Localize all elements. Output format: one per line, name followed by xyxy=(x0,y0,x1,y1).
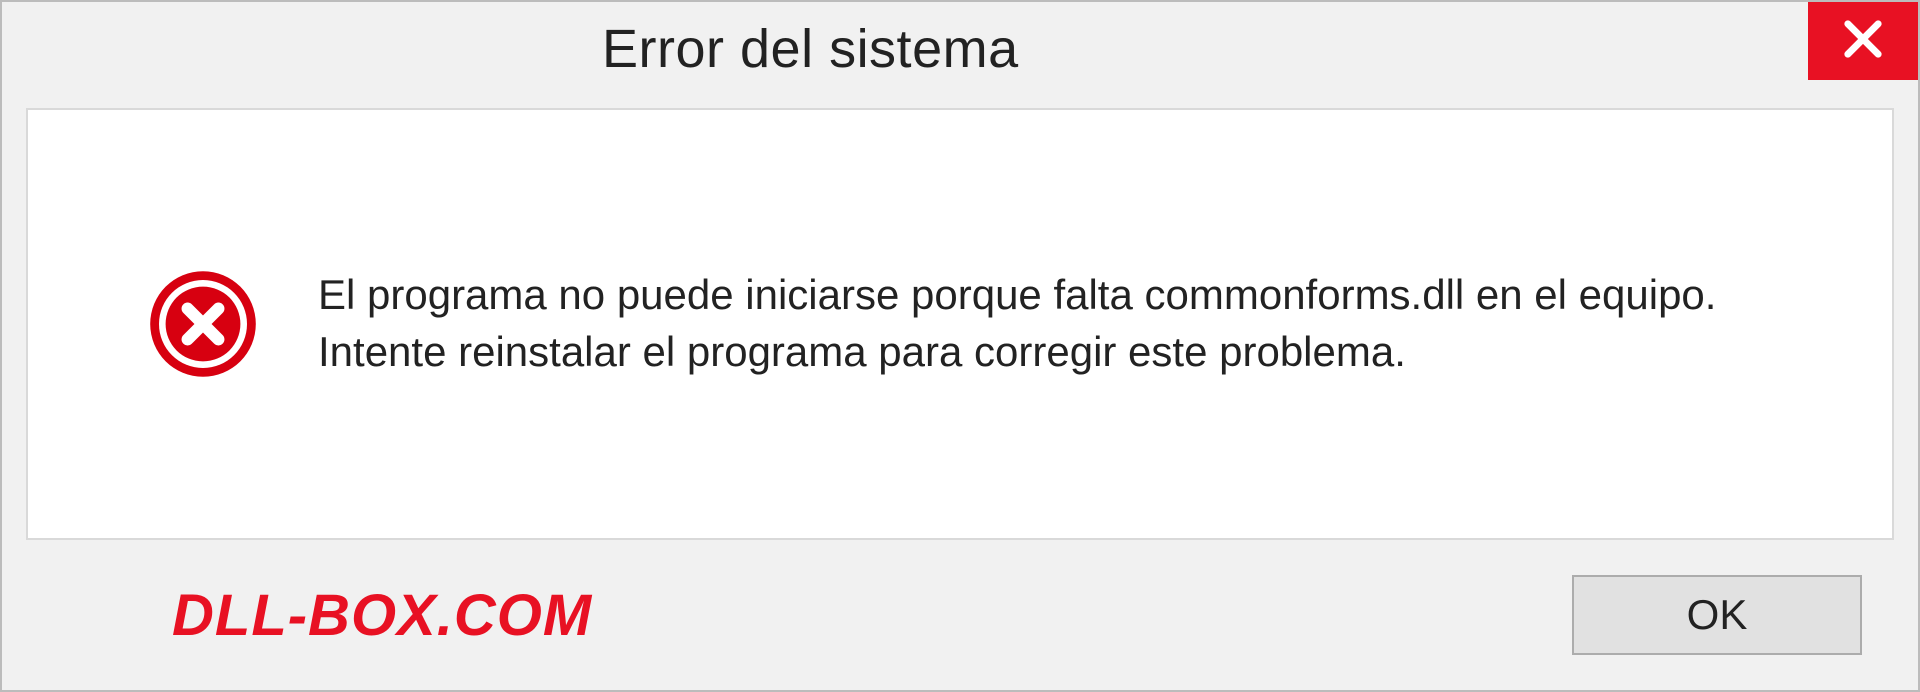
titlebar: Error del sistema xyxy=(2,2,1918,100)
dialog-title: Error del sistema xyxy=(2,2,1019,80)
dialog-footer: DLL-BOX.COM OK xyxy=(2,540,1918,690)
error-dialog: Error del sistema El programa no puede i… xyxy=(0,0,1920,692)
error-icon xyxy=(148,269,258,379)
close-button[interactable] xyxy=(1808,2,1918,80)
error-message: El programa no puede iniciarse porque fa… xyxy=(318,267,1718,380)
dialog-body: El programa no puede iniciarse porque fa… xyxy=(26,108,1894,540)
watermark-text: DLL-BOX.COM xyxy=(172,582,592,649)
close-icon xyxy=(1837,13,1889,70)
ok-button[interactable]: OK xyxy=(1572,575,1862,655)
